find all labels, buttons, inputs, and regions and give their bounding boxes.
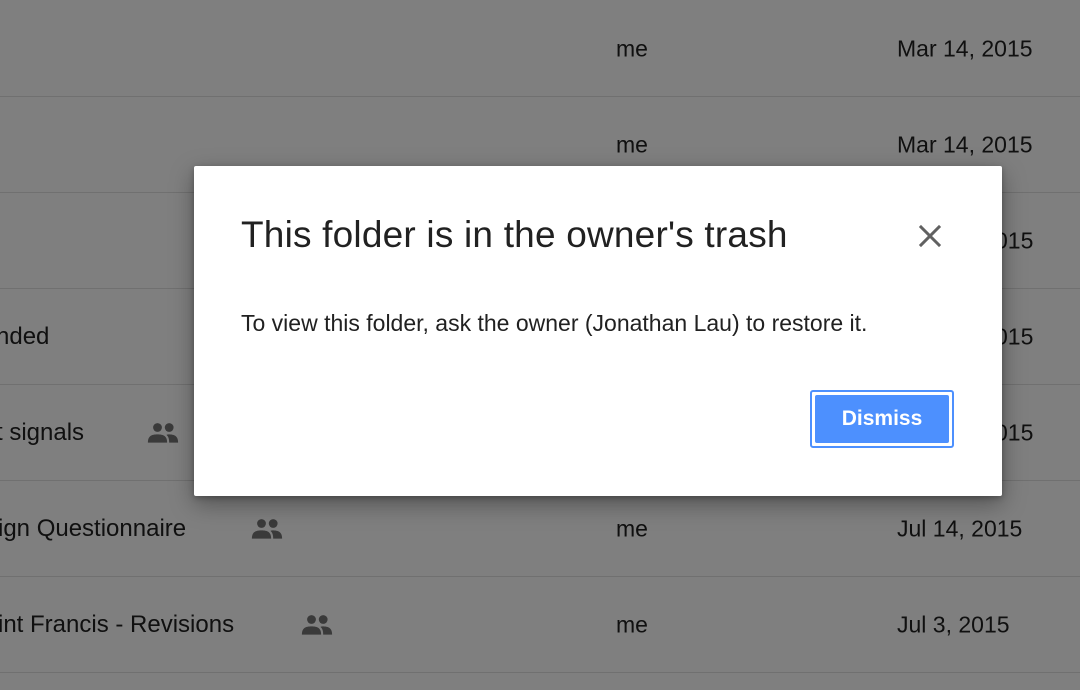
dismiss-button[interactable]: Dismiss (810, 390, 954, 448)
dialog-title: This folder is in the owner's trash (241, 214, 788, 255)
close-icon (918, 224, 942, 248)
dismiss-button-label: Dismiss (815, 395, 949, 443)
close-button[interactable] (912, 218, 948, 254)
trash-folder-dialog: This folder is in the owner's trash To v… (194, 166, 1002, 496)
dialog-message: To view this folder, ask the owner (Jona… (241, 310, 868, 336)
